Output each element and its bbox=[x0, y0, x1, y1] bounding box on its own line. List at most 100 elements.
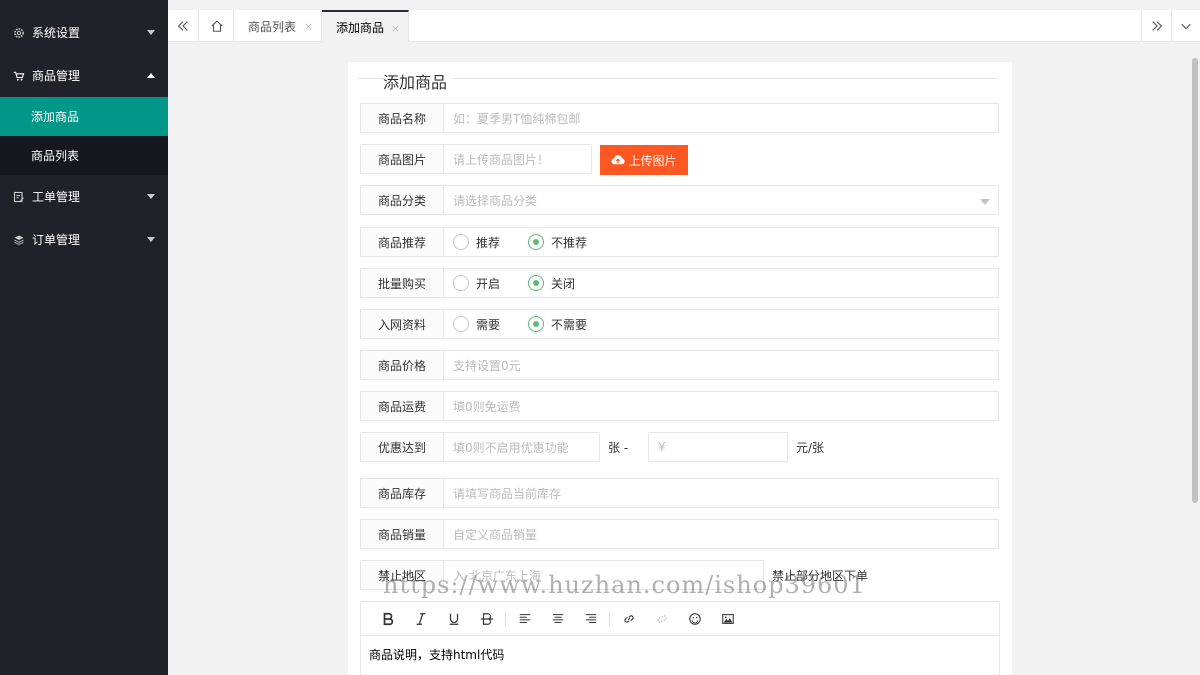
radio-circle-icon bbox=[453, 234, 469, 250]
align-center-button[interactable] bbox=[541, 602, 574, 636]
radio-not-recommend[interactable]: 不推荐 bbox=[528, 234, 587, 251]
row-bulk-buy: 批量购买 开启 关闭 bbox=[360, 268, 1000, 298]
radio-circle-icon bbox=[453, 316, 469, 332]
price-label: 商品价格 bbox=[360, 350, 444, 380]
row-goods-category: 商品分类 请选择商品分类 bbox=[360, 185, 1000, 215]
close-icon[interactable]: × bbox=[391, 22, 400, 35]
row-goods-image: 商品图片 请上传商品图片！ 上传图片 bbox=[360, 144, 1000, 175]
radio-checked-icon bbox=[528, 275, 545, 291]
submenu-goods: 添加商品 商品列表 bbox=[0, 97, 168, 175]
goods-category-label: 商品分类 bbox=[360, 185, 444, 215]
sidebar-subitem-add-goods[interactable]: 添加商品 bbox=[0, 97, 168, 136]
radio-checked-icon bbox=[528, 316, 545, 332]
double-chevron-right-icon bbox=[1151, 21, 1162, 31]
row-recommend: 商品推荐 推荐 不推荐 bbox=[360, 227, 1000, 257]
chevron-up-icon bbox=[147, 73, 155, 78]
network-info-label: 入网资料 bbox=[360, 309, 444, 339]
sidebar-item-system-settings[interactable]: 系统设置 bbox=[0, 11, 168, 54]
align-center-icon bbox=[552, 613, 563, 623]
sidebar-item-goods-management[interactable]: 商品管理 bbox=[0, 54, 168, 97]
row-stock: 商品库存 请填写商品当前库存 bbox=[360, 478, 1000, 508]
upload-button-label: 上传图片 bbox=[628, 153, 677, 168]
strikethrough-icon bbox=[480, 612, 493, 625]
underline-button[interactable] bbox=[437, 602, 470, 636]
goods-image-input[interactable]: 请上传商品图片！ bbox=[443, 144, 592, 174]
close-icon[interactable]: × bbox=[304, 20, 313, 33]
align-left-button[interactable] bbox=[508, 602, 541, 636]
radio-bulk-on[interactable]: 开启 bbox=[453, 275, 500, 292]
link-icon bbox=[623, 614, 634, 623]
tab-label: 添加商品 bbox=[336, 20, 385, 35]
radio-label: 推荐 bbox=[476, 235, 501, 250]
bulk-buy-label: 批量购买 bbox=[360, 268, 444, 298]
row-goods-name: 商品名称 如：夏季男T恤纯棉包邮 bbox=[360, 103, 1000, 133]
strikethrough-button[interactable] bbox=[470, 602, 503, 636]
link-button[interactable] bbox=[612, 602, 645, 636]
discount-price-input[interactable]: ¥ bbox=[648, 432, 788, 462]
goods-name-label: 商品名称 bbox=[360, 103, 444, 133]
sidebar-item-order-management[interactable]: 订单管理 bbox=[0, 218, 168, 261]
stock-input[interactable]: 请填写商品当前库存 bbox=[443, 478, 999, 508]
cloud-upload-icon bbox=[611, 155, 626, 165]
chevron-down-icon bbox=[1181, 23, 1191, 30]
sidebar-item-label: 工单管理 bbox=[32, 190, 81, 204]
radio-network-need[interactable]: 需要 bbox=[453, 316, 500, 333]
tab-add-goods[interactable]: 添加商品 × bbox=[322, 10, 409, 42]
network-radio-group: 需要 不需要 bbox=[443, 309, 999, 339]
align-right-button[interactable] bbox=[574, 602, 607, 636]
toolbar-divider bbox=[505, 611, 506, 626]
image-icon bbox=[721, 613, 734, 624]
price-input[interactable]: 支持设置0元 bbox=[443, 350, 999, 380]
radio-bulk-off[interactable]: 关闭 bbox=[528, 275, 575, 292]
smiley-icon bbox=[688, 612, 701, 625]
radio-recommend[interactable]: 推荐 bbox=[453, 234, 500, 251]
discount-count-input[interactable]: 填0则不启用优惠功能 bbox=[443, 432, 600, 462]
goods-image-label: 商品图片 bbox=[360, 144, 444, 174]
shipping-label: 商品运费 bbox=[360, 391, 444, 421]
bold-icon bbox=[383, 612, 393, 625]
sidebar-subitem-goods-list[interactable]: 商品列表 bbox=[0, 136, 168, 175]
divider bbox=[453, 78, 999, 79]
cart-icon bbox=[12, 69, 26, 83]
discount-unit: 元/张 bbox=[796, 440, 825, 455]
radio-label: 需要 bbox=[476, 317, 501, 332]
goods-name-input[interactable]: 如：夏季男T恤纯棉包邮 bbox=[443, 103, 999, 133]
home-tab-button[interactable] bbox=[200, 10, 234, 42]
radio-label: 关闭 bbox=[551, 276, 576, 291]
radio-checked-icon bbox=[528, 234, 545, 250]
upload-image-button[interactable]: 上传图片 bbox=[600, 145, 688, 175]
sidebar-item-ticket-management[interactable]: 工单管理 bbox=[0, 175, 168, 218]
bold-button[interactable] bbox=[371, 602, 404, 636]
tab-goods-list[interactable]: 商品列表 × bbox=[234, 10, 322, 42]
editor-content[interactable]: 商品说明，支持html代码 bbox=[361, 636, 999, 673]
italic-button[interactable] bbox=[404, 602, 437, 636]
radio-network-no-need[interactable]: 不需要 bbox=[528, 316, 587, 333]
radio-label: 不需要 bbox=[551, 317, 588, 332]
goods-category-select[interactable]: 请选择商品分类 bbox=[443, 185, 999, 215]
scroll-tabs-left-button[interactable] bbox=[168, 10, 199, 42]
discount-separator: 张 - bbox=[608, 440, 629, 455]
unlink-icon bbox=[656, 614, 667, 623]
shipping-input[interactable]: 填0则免运费 bbox=[443, 391, 999, 421]
toolbar-divider bbox=[609, 611, 610, 626]
scrollbar-thumb[interactable] bbox=[1192, 58, 1198, 503]
sidebar: 系统设置 商品管理 添加商品 商品列表 工单管理 订单管理 bbox=[0, 0, 168, 675]
emoji-button[interactable] bbox=[678, 602, 711, 636]
sidebar-item-label: 系统设置 bbox=[32, 26, 81, 40]
home-icon bbox=[210, 20, 223, 32]
gear-icon bbox=[12, 26, 26, 40]
align-left-icon bbox=[519, 613, 530, 623]
divider bbox=[358, 78, 384, 79]
tab-options-button[interactable] bbox=[1171, 10, 1200, 42]
unlink-button[interactable] bbox=[645, 602, 678, 636]
stock-label: 商品库存 bbox=[360, 478, 444, 508]
radio-label: 不推荐 bbox=[551, 235, 588, 250]
row-discount: 优惠达到 填0则不启用优惠功能 张 - ¥ 元/张 bbox=[360, 432, 1000, 462]
layers-icon bbox=[12, 233, 26, 247]
chevron-down-icon bbox=[147, 237, 155, 242]
discount-label: 优惠达到 bbox=[360, 432, 444, 462]
insert-image-button[interactable] bbox=[711, 602, 744, 636]
sales-input[interactable]: 自定义商品销量 bbox=[443, 519, 999, 549]
scroll-tabs-right-button[interactable] bbox=[1141, 10, 1171, 42]
ticket-icon bbox=[12, 190, 26, 204]
